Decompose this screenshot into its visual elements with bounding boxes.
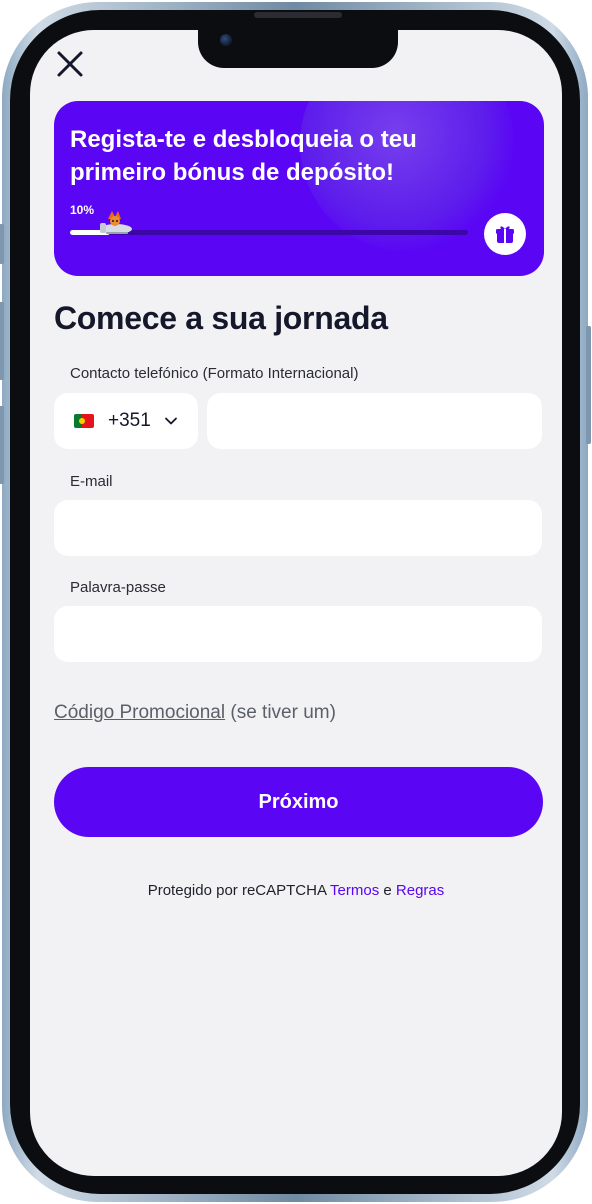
password-input[interactable]: [54, 606, 542, 662]
close-icon: [57, 51, 83, 77]
power-button: [586, 326, 591, 444]
promo-code-row: Código Promocional (se tiver um): [54, 702, 336, 724]
terms-link[interactable]: Termos: [330, 882, 379, 899]
country-code-value: +351: [108, 410, 151, 431]
promo-code-link[interactable]: Código Promocional: [54, 702, 225, 723]
email-input[interactable]: [54, 500, 542, 556]
page-title: Comece a sua jornada: [54, 300, 388, 336]
country-code-select[interactable]: +351: [54, 393, 198, 449]
front-camera: [220, 34, 232, 46]
volume-up-button: [0, 302, 4, 380]
progress-percent-label: 10%: [70, 203, 95, 217]
gift-icon: [496, 226, 514, 243]
close-button[interactable]: [54, 48, 86, 80]
password-label: Palavra-passe: [70, 579, 166, 596]
phone-label: Contacto telefónico (Formato Internacion…: [70, 365, 359, 382]
rules-link[interactable]: Regras: [396, 882, 444, 899]
promo-code-hint: (se tiver um): [225, 702, 336, 723]
email-label: E-mail: [70, 473, 113, 490]
portugal-flag-icon: [74, 414, 94, 428]
next-button[interactable]: Próximo: [54, 767, 543, 837]
banner-title: Regista-te e desbloqueia o teu primeiro …: [70, 126, 417, 186]
recaptcha-notice: Protegido por reCAPTCHA Termos e Regras: [0, 882, 592, 899]
mute-switch: [0, 224, 4, 264]
chevron-down-icon: [165, 417, 177, 425]
phone-input[interactable]: [207, 393, 542, 449]
recaptcha-text: Protegido por reCAPTCHA: [147, 882, 331, 899]
speaker: [254, 12, 342, 18]
bonus-banner: Regista-te e desbloqueia o teu primeiro …: [54, 101, 544, 276]
gift-button[interactable]: [484, 213, 526, 255]
volume-down-button: [0, 406, 4, 484]
and-text: e: [379, 882, 396, 899]
fox-plane-icon: [100, 211, 132, 234]
